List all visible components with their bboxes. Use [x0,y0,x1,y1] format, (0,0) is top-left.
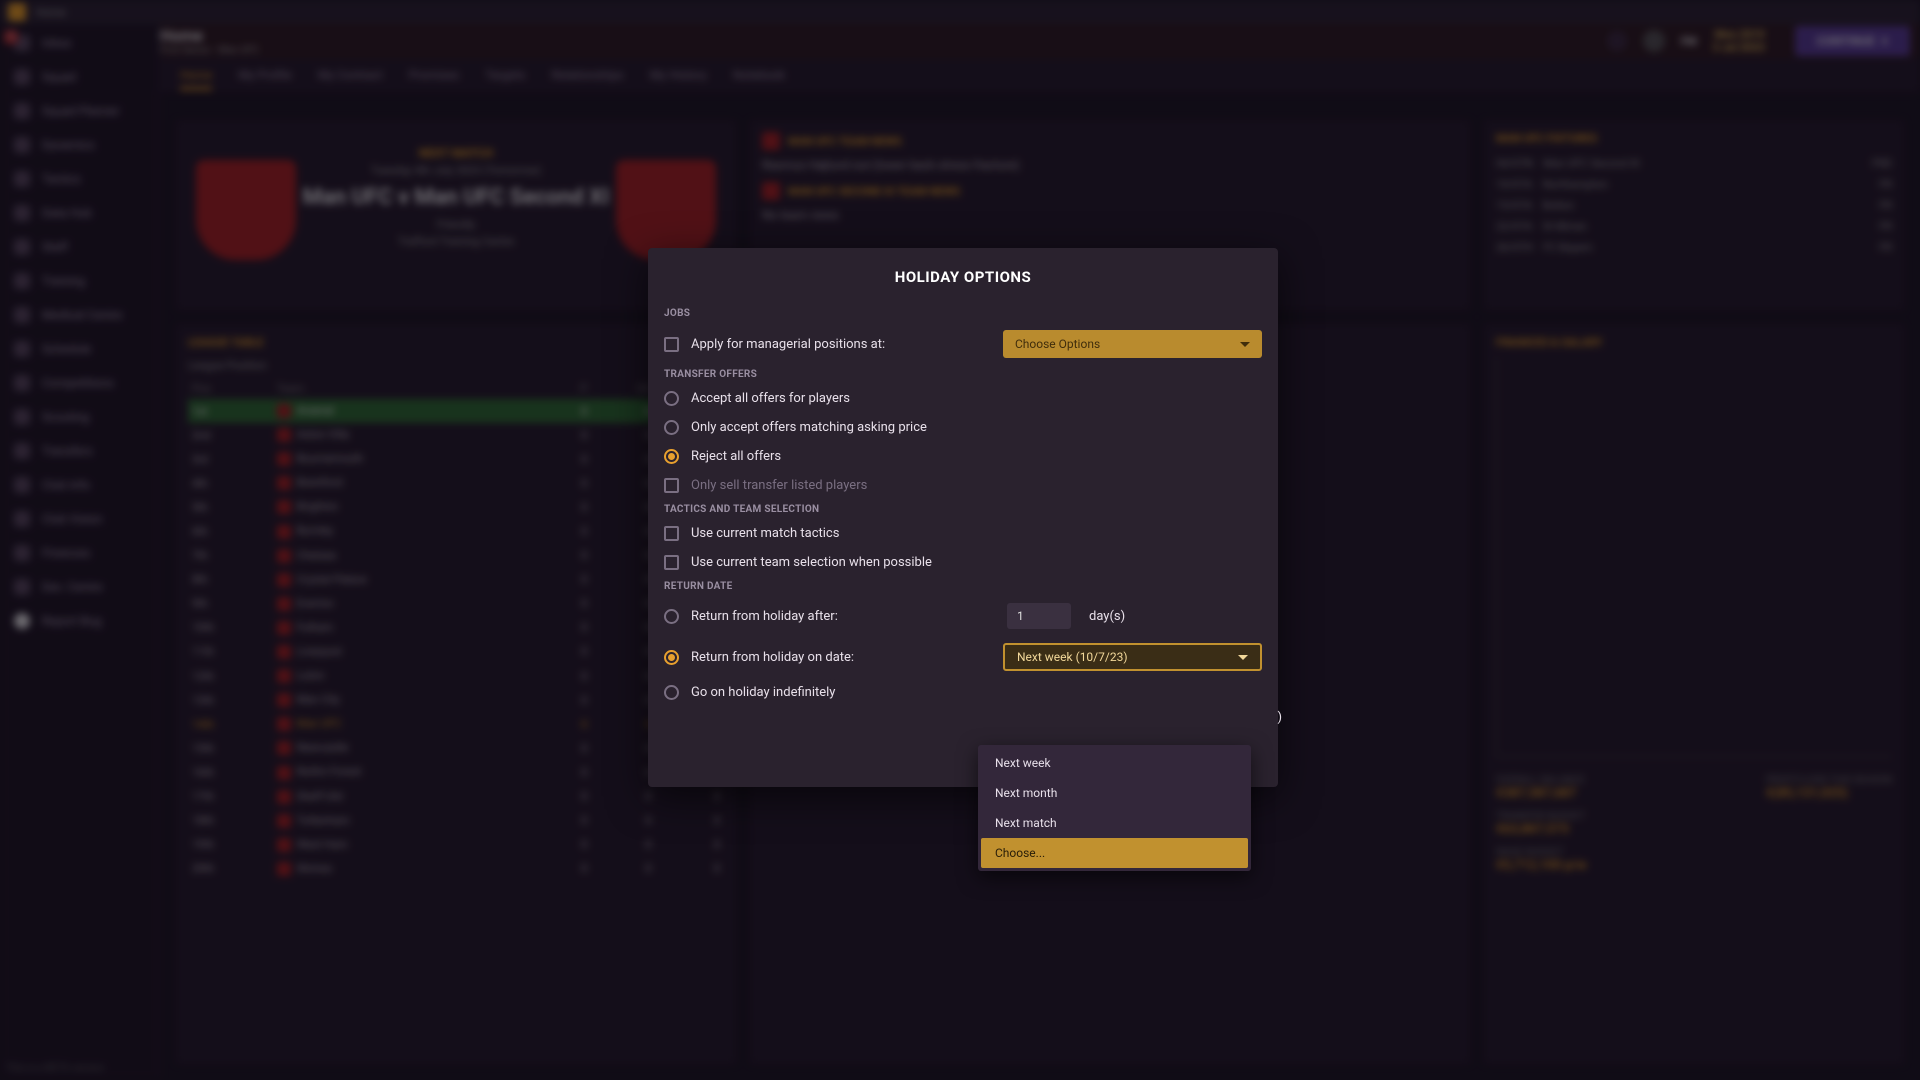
return-on-date-radio[interactable] [664,650,679,665]
accept-all-label: Accept all offers for players [691,391,850,406]
only-sell-listed-label: Only sell transfer listed players [691,478,867,493]
return-date-dropdown: Next week Next month Next match Choose..… [978,745,1251,871]
confirm-peek: ) [1277,710,1282,725]
section-transfer-offers: TRANSFER OFFERS [648,365,1278,384]
reject-all-radio[interactable] [664,449,679,464]
only-accept-radio[interactable] [664,420,679,435]
accept-all-radio[interactable] [664,391,679,406]
section-tactics: TACTICS AND TEAM SELECTION [648,500,1278,519]
days-input[interactable]: 1 [1007,603,1071,629]
return-date-value: Next week (10/7/23) [1017,650,1128,664]
use-team-selection-checkbox[interactable] [664,555,679,570]
days-unit-label: day(s) [1089,609,1125,624]
dropdown-option-next-week[interactable]: Next week [981,748,1248,778]
section-return-date: RETURN DATE [648,577,1278,596]
dropdown-option-next-match[interactable]: Next match [981,808,1248,838]
dialog-title: HOLIDAY OPTIONS [648,248,1278,304]
chevron-down-icon [1240,342,1250,347]
use-tactics-checkbox[interactable] [664,526,679,541]
use-tactics-label: Use current match tactics [691,526,839,541]
only-accept-label: Only accept offers matching asking price [691,420,927,435]
return-on-date-label: Return from holiday on date: [691,650,991,665]
section-jobs: JOBS [648,304,1278,323]
holiday-options-dialog: HOLIDAY OPTIONS JOBS Apply for manageria… [648,248,1278,787]
go-indefinitely-radio[interactable] [664,685,679,700]
return-after-label: Return from holiday after: [691,609,991,624]
chevron-down-icon [1238,655,1248,660]
return-after-radio[interactable] [664,609,679,624]
dropdown-option-choose[interactable]: Choose... [981,838,1248,868]
return-date-select[interactable]: Next week (10/7/23) [1003,643,1262,671]
only-sell-listed-checkbox[interactable] [664,478,679,493]
choose-options-value: Choose Options [1015,337,1100,351]
apply-positions-label: Apply for managerial positions at: [691,337,991,352]
use-team-selection-label: Use current team selection when possible [691,555,932,570]
apply-positions-checkbox[interactable] [664,337,679,352]
reject-all-label: Reject all offers [691,449,781,464]
choose-options-select[interactable]: Choose Options [1003,330,1262,358]
dropdown-option-next-month[interactable]: Next month [981,778,1248,808]
go-indefinitely-label: Go on holiday indefinitely [691,685,835,700]
